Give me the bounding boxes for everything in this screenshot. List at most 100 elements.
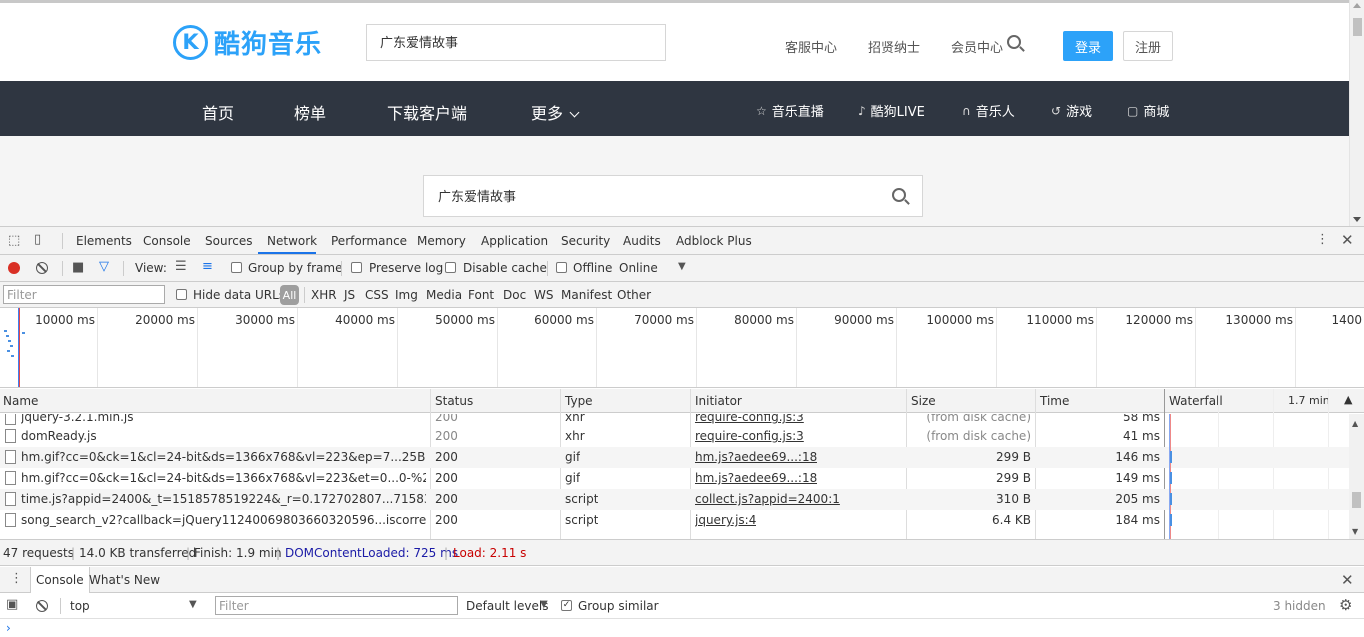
filter-type-img[interactable]: Img	[395, 288, 418, 302]
inspect-element-icon[interactable]: ⬚	[8, 233, 20, 248]
filter-input[interactable]: Filter	[3, 285, 165, 304]
dropdown-arrow-icon[interactable]: ▼	[678, 261, 686, 272]
tab-console[interactable]: Console	[143, 234, 191, 248]
context-select[interactable]: top	[70, 599, 90, 613]
link-customer-service[interactable]: 客服中心	[785, 37, 837, 56]
login-button[interactable]: 登录	[1063, 31, 1113, 61]
column-size[interactable]: Size	[911, 394, 936, 408]
log-levels-select[interactable]: Default levels	[466, 599, 548, 613]
scroll-down-arrow-icon[interactable]	[1353, 217, 1361, 222]
filter-type-ws[interactable]: WS	[534, 288, 553, 302]
nav-games[interactable]: ↺ 游戏	[1051, 101, 1092, 121]
main-search-input[interactable]	[438, 188, 838, 203]
page-scrollbar-thumb[interactable]	[1353, 18, 1362, 36]
column-time[interactable]: Time	[1040, 394, 1069, 408]
tab-application[interactable]: Application	[481, 234, 548, 248]
drawer-tab-whats-new[interactable]: What's New	[84, 567, 165, 593]
dropdown-arrow-icon[interactable]: ▼	[189, 599, 197, 610]
device-toolbar-icon[interactable]: ▯	[34, 232, 41, 247]
tab-network[interactable]: Network	[267, 234, 317, 248]
tab-sources[interactable]: Sources	[205, 234, 252, 248]
nav-download[interactable]: 下载客户端	[387, 100, 467, 124]
filter-type-other[interactable]: Other	[617, 288, 651, 302]
table-row[interactable]: song_search_v2?callback=jQuery1124006980…	[0, 510, 1349, 531]
request-initiator[interactable]: hm.js?aedee69...:18	[695, 471, 817, 485]
request-initiator[interactable]: require-config.js:3	[695, 414, 804, 424]
group-similar-checkbox[interactable]: ✓	[561, 600, 572, 611]
filter-type-media[interactable]: Media	[426, 288, 462, 302]
nav-charts[interactable]: 榜单	[294, 100, 326, 124]
nav-kugou-live[interactable]: ♪ 酷狗LIVE	[858, 101, 925, 121]
sort-up-arrow-icon[interactable]: ▲	[1344, 393, 1352, 406]
drawer-tab-console[interactable]: Console	[30, 567, 90, 593]
filter-type-css[interactable]: CSS	[365, 288, 389, 302]
column-initiator[interactable]: Initiator	[695, 394, 742, 408]
page-scrollbar[interactable]	[1349, 0, 1364, 226]
filter-type-manifest[interactable]: Manifest	[561, 288, 612, 302]
filter-type-font[interactable]: Font	[468, 288, 494, 302]
scroll-down-arrow-icon[interactable]: ▼	[1352, 527, 1358, 536]
console-filter-input[interactable]: Filter	[215, 596, 458, 615]
tab-performance[interactable]: Performance	[331, 234, 407, 248]
throttling-select[interactable]: Online	[619, 261, 658, 275]
tab-memory[interactable]: Memory	[417, 234, 466, 248]
table-row[interactable]: hm.gif?cc=0&ck=1&cl=24-bit&ds=1366x768&v…	[0, 468, 1349, 489]
nav-live-music[interactable]: ☆ 音乐直播	[756, 101, 824, 121]
table-row[interactable]: jquery-3.2.1.min.js 200 xhr require-conf…	[0, 414, 1349, 426]
filter-type-all[interactable]: All	[280, 285, 299, 305]
preserve-log-checkbox[interactable]	[351, 262, 362, 273]
request-initiator[interactable]: collect.js?appid=2400:1	[695, 492, 840, 506]
link-careers[interactable]: 招贤纳士	[868, 37, 920, 56]
request-initiator[interactable]: require-config.js:3	[695, 429, 804, 443]
drawer-menu-icon[interactable]: ⋮	[10, 571, 23, 586]
column-waterfall[interactable]: Waterfall	[1169, 394, 1223, 408]
nav-more[interactable]: 更多	[531, 100, 580, 124]
header-search-box[interactable]	[366, 24, 1021, 61]
disable-cache-checkbox[interactable]	[445, 262, 456, 273]
column-type[interactable]: Type	[565, 394, 593, 408]
tab-audits[interactable]: Audits	[623, 234, 661, 248]
search-icon[interactable]	[892, 188, 906, 202]
request-initiator[interactable]: jquery.js:4	[695, 513, 756, 527]
nav-musicians[interactable]: ∩ 音乐人	[962, 101, 1015, 121]
tab-adblock-plus[interactable]: Adblock Plus	[676, 234, 752, 248]
waterfall-overview-icon[interactable]: ≡	[202, 259, 213, 274]
console-prompt[interactable]: ›	[6, 621, 11, 635]
camera-icon[interactable]: ■	[72, 260, 84, 275]
close-icon[interactable]: ✕	[1341, 231, 1354, 249]
main-search-box[interactable]	[423, 175, 923, 217]
filter-type-js[interactable]: JS	[344, 288, 355, 302]
filter-type-xhr[interactable]: XHR	[311, 288, 337, 302]
nav-home[interactable]: 首页	[202, 100, 234, 124]
sidebar-toggle-icon[interactable]: ▣	[6, 597, 18, 612]
more-options-icon[interactable]: ⋮	[1316, 232, 1329, 247]
scroll-up-arrow-icon[interactable]	[1353, 3, 1361, 8]
table-row[interactable]: hm.gif?cc=0&ck=1&cl=24-bit&ds=1366x768&v…	[0, 447, 1349, 468]
link-member-center[interactable]: 会员中心	[951, 37, 1003, 56]
gear-icon[interactable]: ⚙	[1339, 596, 1352, 614]
site-logo[interactable]: K 酷狗音乐	[173, 24, 322, 60]
hide-data-urls-checkbox[interactable]	[176, 289, 187, 300]
table-row[interactable]: time.js?appid=2400&_t=1518578519224&_r=0…	[0, 489, 1349, 510]
record-icon[interactable]	[8, 262, 20, 274]
nav-shop[interactable]: ▢ 商城	[1127, 101, 1169, 121]
clear-console-icon[interactable]	[36, 600, 48, 612]
table-scrollbar-thumb[interactable]	[1352, 492, 1361, 508]
header-search-input[interactable]	[380, 34, 620, 49]
filter-type-doc[interactable]: Doc	[503, 288, 526, 302]
network-overview-timeline[interactable]: 10000 ms 20000 ms 30000 ms 40000 ms 5000…	[0, 308, 1364, 388]
offline-checkbox[interactable]	[556, 262, 567, 273]
clear-icon[interactable]	[36, 262, 48, 274]
dropdown-arrow-icon[interactable]: ▼	[540, 599, 548, 610]
column-name[interactable]: Name	[3, 394, 38, 408]
group-by-frame-checkbox[interactable]	[231, 262, 242, 273]
column-status[interactable]: Status	[435, 394, 473, 408]
filter-funnel-icon[interactable]: ▽	[99, 259, 109, 274]
table-row[interactable]: domReady.js 200 xhr require-config.js:3 …	[0, 426, 1349, 447]
close-drawer-icon[interactable]: ✕	[1341, 571, 1354, 589]
scroll-up-arrow-icon[interactable]: ▲	[1352, 419, 1358, 428]
tab-security[interactable]: Security	[561, 234, 610, 248]
register-button[interactable]: 注册	[1123, 31, 1173, 61]
tab-elements[interactable]: Elements	[76, 234, 132, 248]
table-scrollbar[interactable]: ▲ ▼	[1349, 414, 1364, 539]
